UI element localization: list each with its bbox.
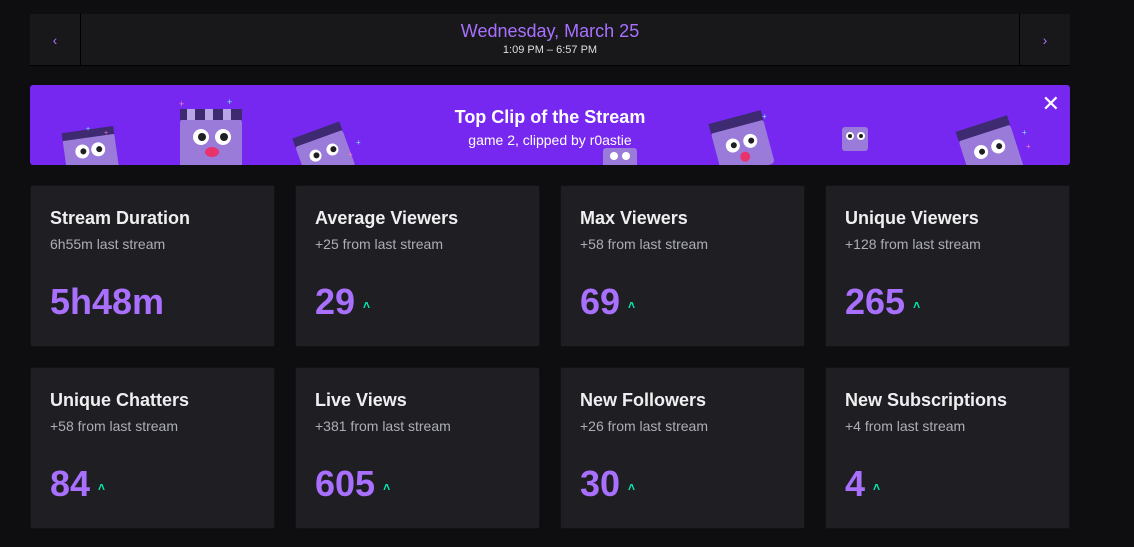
stat-comparison: 6h55m last stream [50, 236, 166, 252]
chevron-left-icon: ‹ [52, 32, 58, 48]
stat-card-new-followers: New Followers +26 from last stream 30 ˄ [560, 367, 805, 529]
stat-card-unique-chatters: Unique Chatters +58 from last stream 84 ˄ [30, 367, 275, 529]
stream-date-title: Wednesday, March 25 [460, 21, 640, 41]
trend-up-icon: ˄ [628, 298, 636, 312]
stat-card-unique-viewers: Unique Viewers +128 from last stream 265… [825, 185, 1070, 347]
stat-card-max-viewers: Max Viewers +58 from last stream 69 ˄ [560, 185, 805, 347]
stat-value: 29 [315, 281, 356, 322]
trend-up-icon: ˄ [628, 480, 636, 494]
stat-title: Max Viewers [580, 208, 688, 228]
stat-value: 4 [845, 463, 866, 504]
svg-text:+: + [227, 97, 232, 107]
stat-title: Unique Chatters [50, 390, 190, 410]
stat-card-stream-duration: Stream Duration 6h55m last stream 5h48m [30, 185, 275, 347]
trend-up-icon: ˄ [98, 480, 106, 494]
stat-card-live-views: Live Views +381 from last stream 605 ˄ [295, 367, 540, 529]
stat-comparison: +25 from last stream [315, 236, 443, 252]
stat-comparison: +381 from last stream [315, 418, 451, 434]
stat-card-new-subscriptions: New Subscriptions +4 from last stream 4 ˄ [825, 367, 1070, 529]
date-center: Wednesday, March 25 1:09 PM – 6:57 PM [80, 14, 1020, 56]
stat-comparison: +58 from last stream [580, 236, 708, 252]
trend-up-icon: ˄ [383, 480, 391, 494]
stat-title: Live Views [315, 390, 407, 410]
stat-comparison: +26 from last stream [580, 418, 708, 434]
stat-comparison: +4 from last stream [845, 418, 966, 434]
top-clip-banner[interactable]: + + + + + + + + + Top Clip of the Stream… [30, 85, 1070, 165]
stat-title: Unique Viewers [845, 208, 979, 228]
stat-comparison: +128 from last stream [845, 236, 981, 252]
stat-title: Average Viewers [315, 208, 459, 228]
stat-value: 69 [580, 281, 621, 322]
next-stream-button[interactable]: › [1019, 14, 1070, 66]
trend-up-icon: ˄ [873, 480, 881, 494]
stat-value: 265 [845, 281, 906, 322]
stat-value: 30 [580, 463, 621, 504]
top-clip-title[interactable]: Top Clip of the Stream [30, 107, 1070, 128]
date-navigation-bar: ‹ Wednesday, March 25 1:09 PM – 6:57 PM … [30, 14, 1070, 66]
stat-value: 84 [50, 463, 91, 504]
stat-title: Stream Duration [50, 208, 191, 228]
stat-card-average-viewers: Average Viewers +25 from last stream 29 ˄ [295, 185, 540, 347]
stat-comparison: +58 from last stream [50, 418, 178, 434]
stat-title: New Followers [580, 390, 707, 410]
svg-text:+: + [348, 150, 353, 159]
stat-title: New Subscriptions [845, 390, 1008, 410]
stat-value: 605 [315, 463, 376, 504]
close-icon[interactable]: ✕ [1042, 93, 1060, 115]
top-clip-subtitle: game 2, clipped by r0astie [468, 132, 632, 148]
previous-stream-button[interactable]: ‹ [30, 14, 81, 66]
chevron-right-icon: › [1042, 32, 1048, 48]
trend-up-icon: ˄ [913, 298, 921, 312]
stat-value: 5h48m [50, 281, 165, 322]
trend-up-icon: ˄ [363, 298, 371, 312]
stream-time-range: 1:09 PM – 6:57 PM [502, 44, 598, 56]
